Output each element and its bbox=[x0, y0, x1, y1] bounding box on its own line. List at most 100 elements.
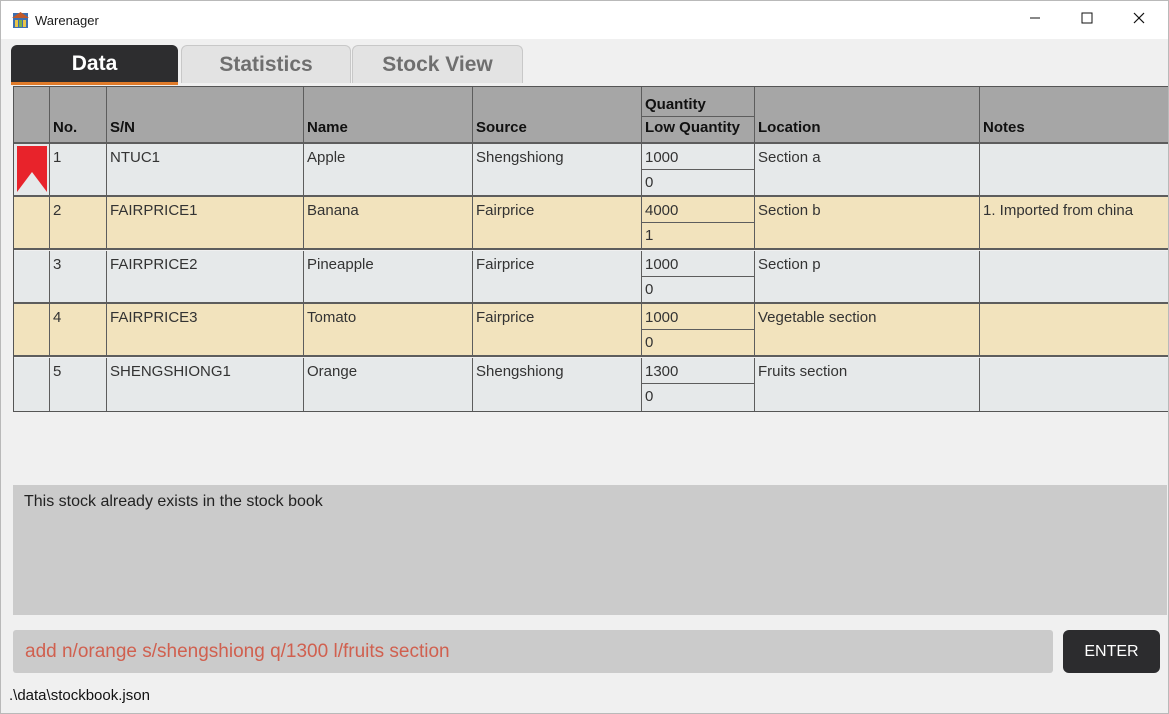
low-quantity-value: 0 bbox=[645, 334, 654, 352]
cell-location: Fruits section bbox=[755, 357, 980, 411]
cell-source: Shengshiong bbox=[473, 144, 642, 195]
app-window: Warenager Data Statistics Stock View No.… bbox=[0, 0, 1169, 714]
quantity-divider bbox=[642, 169, 754, 170]
cell-sn-text: NTUC1 bbox=[110, 149, 161, 166]
cell-sn: FAIRPRICE1 bbox=[107, 197, 304, 249]
command-text: add n/orange s/shengshiong q/1300 l/frui… bbox=[25, 641, 450, 662]
cell-source-text: Shengshiong bbox=[476, 149, 564, 166]
cell-no-text: 5 bbox=[53, 362, 62, 380]
close-icon bbox=[1133, 11, 1145, 29]
header-quantity[interactable]: Quantity Low Quantity bbox=[642, 87, 755, 144]
cell-location-text: Section a bbox=[758, 149, 821, 166]
cell-location-text: Fruits section bbox=[758, 362, 848, 380]
cell-no: 3 bbox=[50, 250, 107, 302]
cell-location-text: Section b bbox=[758, 202, 821, 220]
header-notes[interactable]: Notes bbox=[980, 87, 1168, 144]
cell-location: Section a bbox=[755, 144, 980, 195]
tab-statistics[interactable]: Statistics bbox=[181, 45, 351, 83]
cell-sn: NTUC1 bbox=[107, 144, 304, 195]
cell-source-text: Shengshiong bbox=[476, 362, 564, 380]
cell-name: Pineapple bbox=[304, 250, 473, 302]
header-location[interactable]: Location bbox=[755, 87, 980, 144]
quantity-value: 1300 bbox=[645, 362, 679, 380]
quantity-divider bbox=[642, 382, 754, 384]
cell-source-text: Fairprice bbox=[476, 309, 535, 327]
cell-quantity: 1300 0 bbox=[642, 357, 755, 411]
header-source[interactable]: Source bbox=[473, 87, 642, 144]
cell-location-text: Section p bbox=[758, 255, 821, 273]
cell-source: Fairprice bbox=[473, 304, 642, 356]
low-quantity-value: 0 bbox=[645, 280, 654, 298]
stock-table: No. S/N Name Source Quantity Low Quantit… bbox=[13, 86, 1168, 412]
cell-sn-text: SHENGSHIONG1 bbox=[110, 362, 231, 380]
cell-sn-text: FAIRPRICE3 bbox=[110, 309, 198, 327]
header-name[interactable]: Name bbox=[304, 87, 473, 144]
cell-source-text: Fairprice bbox=[476, 255, 535, 273]
bookmark-cell bbox=[14, 357, 50, 411]
cell-location: Section p bbox=[755, 250, 980, 302]
quantity-value: 4000 bbox=[645, 202, 679, 220]
cell-name: Orange bbox=[304, 357, 473, 411]
table-row[interactable]: 4 FAIRPRICE3 Tomato Fairprice 1000 0 Vegetable… bbox=[14, 304, 1168, 358]
cell-name: Tomato bbox=[304, 304, 473, 356]
header-sn[interactable]: S/N bbox=[107, 87, 304, 144]
cell-notes bbox=[980, 251, 1168, 302]
cell-name: Banana bbox=[304, 197, 473, 249]
command-input[interactable]: add n/orange s/shengshiong q/1300 l/frui… bbox=[13, 630, 1053, 673]
header-bookmark bbox=[14, 87, 50, 144]
cell-sn: SHENGSHIONG1 bbox=[107, 357, 304, 411]
cell-location-text: Vegetable section bbox=[758, 309, 877, 327]
cell-name-text: Orange bbox=[307, 362, 358, 380]
low-quantity-value: 1 bbox=[645, 227, 654, 245]
quantity-value: 1000 bbox=[645, 309, 679, 327]
cell-no: 4 bbox=[50, 304, 107, 356]
cell-name-text: Banana bbox=[307, 202, 359, 220]
cell-sn: FAIRPRICE2 bbox=[107, 250, 304, 302]
cell-notes bbox=[980, 144, 1168, 195]
bookmark-cell bbox=[14, 304, 50, 356]
enter-button[interactable]: ENTER bbox=[1063, 630, 1160, 673]
cell-source: Fairprice bbox=[473, 197, 642, 249]
maximize-icon bbox=[1081, 11, 1093, 29]
cell-no: 2 bbox=[50, 197, 107, 249]
cell-location: Section b bbox=[755, 197, 980, 249]
low-quantity-value: 0 bbox=[645, 387, 654, 405]
cell-source: Shengshiong bbox=[473, 357, 642, 411]
bookmark-icon bbox=[17, 146, 47, 196]
table-row[interactable]: 3 FAIRPRICE2 Pineapple Fairprice 1000 0 Sectio… bbox=[14, 250, 1168, 304]
cell-no: 1 bbox=[50, 144, 107, 195]
cell-no-text: 3 bbox=[53, 255, 62, 273]
cell-no-text: 1 bbox=[53, 149, 62, 166]
cell-sn: FAIRPRICE3 bbox=[107, 304, 304, 356]
quantity-value: 1000 bbox=[645, 255, 679, 273]
cell-quantity: 4000 1 bbox=[642, 197, 755, 249]
maximize-button[interactable] bbox=[1061, 1, 1113, 39]
table-row[interactable]: 2 FAIRPRICE1 Banana Fairprice 4000 1 Section b… bbox=[14, 197, 1168, 251]
cell-name-text: Pineapple bbox=[307, 255, 374, 273]
tab-stock-view[interactable]: Stock View bbox=[352, 45, 523, 83]
close-button[interactable] bbox=[1113, 1, 1165, 39]
cell-source: Fairprice bbox=[473, 250, 642, 302]
header-quantity-label: Quantity bbox=[645, 96, 706, 113]
cell-quantity: 1000 0 bbox=[642, 144, 755, 195]
header-quantity-divider bbox=[642, 116, 754, 117]
bookmark-cell bbox=[14, 144, 50, 195]
quantity-divider bbox=[642, 222, 754, 224]
cell-notes bbox=[980, 358, 1168, 411]
quantity-divider bbox=[642, 275, 754, 277]
low-quantity-value: 0 bbox=[645, 174, 654, 191]
tab-data[interactable]: Data bbox=[11, 45, 178, 85]
table-row[interactable]: 1 NTUC1 Apple Shengshiong 1000 0 Section a bbox=[14, 144, 1168, 197]
status-bar-path: .\data\stockbook.json bbox=[9, 687, 150, 704]
cell-notes bbox=[980, 304, 1168, 355]
minimize-button[interactable] bbox=[1009, 1, 1061, 39]
quantity-value: 1000 bbox=[645, 149, 679, 166]
warehouse-icon bbox=[12, 12, 29, 29]
cell-no-text: 4 bbox=[53, 309, 62, 327]
cell-source-text: Fairprice bbox=[476, 202, 535, 220]
table-row[interactable]: 5 SHENGSHIONG1 Orange Shengshiong 1300 0 Fruit… bbox=[14, 357, 1168, 411]
header-low-quantity-label: Low Quantity bbox=[645, 119, 740, 136]
header-no[interactable]: No. bbox=[50, 87, 107, 144]
window-title: Warenager bbox=[35, 13, 99, 28]
cell-name: Apple bbox=[304, 144, 473, 195]
